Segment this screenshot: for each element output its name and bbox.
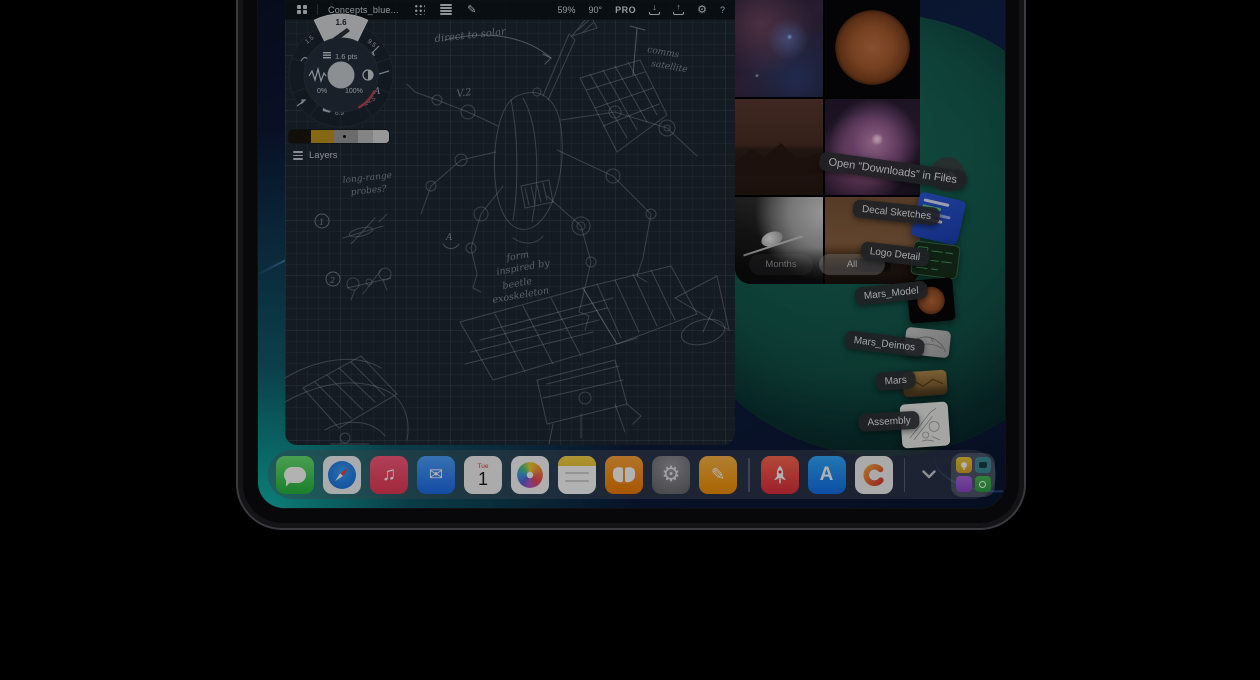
rocket-icon xyxy=(769,464,791,486)
notes-header xyxy=(558,456,596,466)
dock-icon-pages[interactable]: ✎ xyxy=(699,456,737,494)
dock-icon-concepts[interactable] xyxy=(855,456,893,494)
mini-icon-star xyxy=(956,476,972,492)
ipad-screen: direct to solar comms satellite V.2 long… xyxy=(258,0,1005,508)
music-note-icon: ♫ xyxy=(382,464,396,486)
envelope-icon: ✉ xyxy=(429,465,443,485)
dock-suggested-apps-folder[interactable] xyxy=(951,453,995,497)
dock-icon-books[interactable] xyxy=(605,456,643,494)
compass-icon xyxy=(328,461,356,489)
dock-icon-app-store[interactable]: A xyxy=(808,456,846,494)
dock: ♫ ✉ Tue 1 ⚙ ✎ A xyxy=(268,450,996,499)
notes-line xyxy=(565,480,589,482)
notes-line xyxy=(565,472,589,474)
dock-icon-messages[interactable] xyxy=(276,456,314,494)
chevron-down-icon xyxy=(922,470,936,479)
calendar-day: 1 xyxy=(478,470,488,489)
dock-divider xyxy=(904,458,906,492)
dock-icon-rocket-app[interactable] xyxy=(761,456,799,494)
stage: direct to solar comms satellite V.2 long… xyxy=(0,0,1260,680)
dock-collapse-button[interactable] xyxy=(916,456,942,494)
dock-icon-music[interactable]: ♫ xyxy=(370,456,408,494)
pen-icon: ✎ xyxy=(711,465,725,485)
mini-icon-podcast xyxy=(975,476,991,492)
dock-icon-settings[interactable]: ⚙ xyxy=(652,456,690,494)
mini-icon-camera xyxy=(975,457,991,473)
drag-label-mars: Mars xyxy=(875,370,916,391)
chat-bubble-icon xyxy=(284,467,306,483)
dock-icon-notes[interactable] xyxy=(558,456,596,494)
concepts-c-icon xyxy=(861,462,887,488)
dock-icon-calendar[interactable]: Tue 1 xyxy=(464,456,502,494)
appstore-letter: A xyxy=(820,464,834,486)
mini-icon-lightbulb xyxy=(956,457,972,473)
drag-label-assembly: Assembly xyxy=(858,411,920,432)
dock-icon-safari[interactable] xyxy=(323,456,361,494)
gear-icon: ⚙ xyxy=(662,462,681,487)
open-book-icon xyxy=(613,467,635,482)
dock-divider xyxy=(748,458,750,492)
dock-icon-mail[interactable]: ✉ xyxy=(417,456,455,494)
drag-drop-layer: Open “Downloads” in Files xyxy=(258,0,1005,508)
flower-icon xyxy=(517,462,543,488)
dock-icon-photos[interactable] xyxy=(511,456,549,494)
